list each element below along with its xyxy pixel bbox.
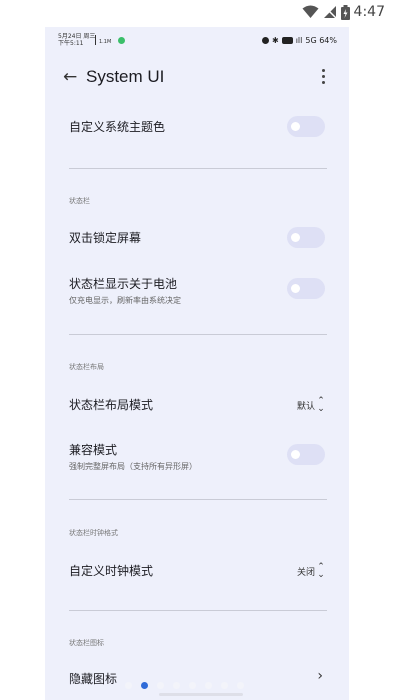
section-header-status-bar: 状态栏 [69,197,90,205]
toggle-knob [291,284,300,293]
setting-status-bar-layout-mode[interactable]: 状态栏布局模式 默认 ⌃ ⌄ [69,396,327,414]
net-speed: 1.1M [99,39,112,45]
divider [69,334,327,335]
chevron-up-down-icon: ⌃ ⌄ [317,562,325,580]
moon-icon [262,37,269,44]
status-date-line1: 5月24日 周三 [58,33,96,40]
signal-icon: ıll [295,36,303,45]
page-dot[interactable] [189,681,196,689]
setting-double-tap-lock[interactable]: 双击锁定屏幕 [69,227,327,248]
page-dot[interactable] [221,681,228,689]
system-time: 4:47 [353,4,385,20]
setting-compat-mode[interactable]: 兼容模式 强制完整屏布局（支持所有异形屏） [69,441,327,471]
back-arrow-icon[interactable]: ← [63,67,77,87]
app-notification-icon [118,37,125,44]
page-dot[interactable] [141,681,148,689]
page-dot[interactable] [125,681,132,689]
setting-subtitle: 仅充电显示，刷新率由系统决定 [69,296,181,305]
phone-status-bar: 5月24日 周三 下午5:11 1.1M ✱ ıll 5G 64% [45,27,349,55]
page-dot[interactable] [237,681,244,689]
toggle-knob [291,450,300,459]
bluetooth-icon: ✱ [272,36,279,45]
toggle-knob [291,233,300,242]
setting-label: 自定义时钟模式 [69,564,154,578]
chevron-right-icon: › [317,668,323,684]
toggle-custom-theme-color[interactable] [287,116,325,137]
section-header-clock-format: 状态栏时钟格式 [69,529,118,537]
battery-charging-icon [340,4,350,20]
status-separator [95,35,96,45]
page-dot[interactable] [205,681,212,689]
home-indicator[interactable] [159,693,243,696]
divider [69,499,327,500]
layout-mode-select[interactable]: 默认 ⌃ ⌄ [296,396,325,414]
status-right-icons: ✱ ıll 5G 64% [262,36,337,45]
page-title: System UI [86,67,165,86]
section-header-status-bar-layout: 状态栏布局 [69,363,104,371]
wifi-icon [302,5,319,18]
setting-custom-theme-color[interactable]: 自定义系统主题色 [69,116,327,137]
toggle-knob [291,122,300,131]
page-dot[interactable] [157,681,164,689]
section-header-status-bar-icons: 状态栏图标 [69,639,104,647]
status-date: 5月24日 周三 下午5:11 [58,33,95,47]
app-bar: ← System UI [45,63,349,95]
setting-subtitle: 强制完整屏布局（支持所有异形屏） [69,462,197,471]
page-dot[interactable] [173,681,180,689]
setting-custom-clock-mode[interactable]: 自定义时钟模式 关闭 ⌃ ⌄ [69,562,327,580]
more-options-icon[interactable] [317,68,329,86]
system-status-bar: 4:47 [0,0,394,27]
divider [69,168,327,169]
select-value: 关闭 [296,567,315,578]
no-sim-icon [323,5,337,19]
phone-screen: 5月24日 周三 下午5:11 1.1M ✱ ıll 5G 64% ← Syst… [45,27,349,700]
toggle-status-bar-battery[interactable] [287,278,325,299]
toggle-double-tap-lock[interactable] [287,227,325,248]
chevron-up-down-icon: ⌃ ⌄ [317,396,325,414]
toggle-compat-mode[interactable] [287,444,325,465]
divider [69,610,327,611]
clock-mode-select[interactable]: 关闭 ⌃ ⌄ [296,562,325,580]
setting-status-bar-battery[interactable]: 状态栏显示关于电池 仅充电显示，刷新率由系统决定 [69,275,327,305]
network-battery-text: 5G 64% [305,36,337,45]
setting-label: 状态栏布局模式 [69,398,154,412]
page-indicator [125,680,275,690]
status-date-time: 下午5:11 [58,40,84,47]
select-value: 默认 [296,401,315,412]
hd-icon [281,37,293,44]
